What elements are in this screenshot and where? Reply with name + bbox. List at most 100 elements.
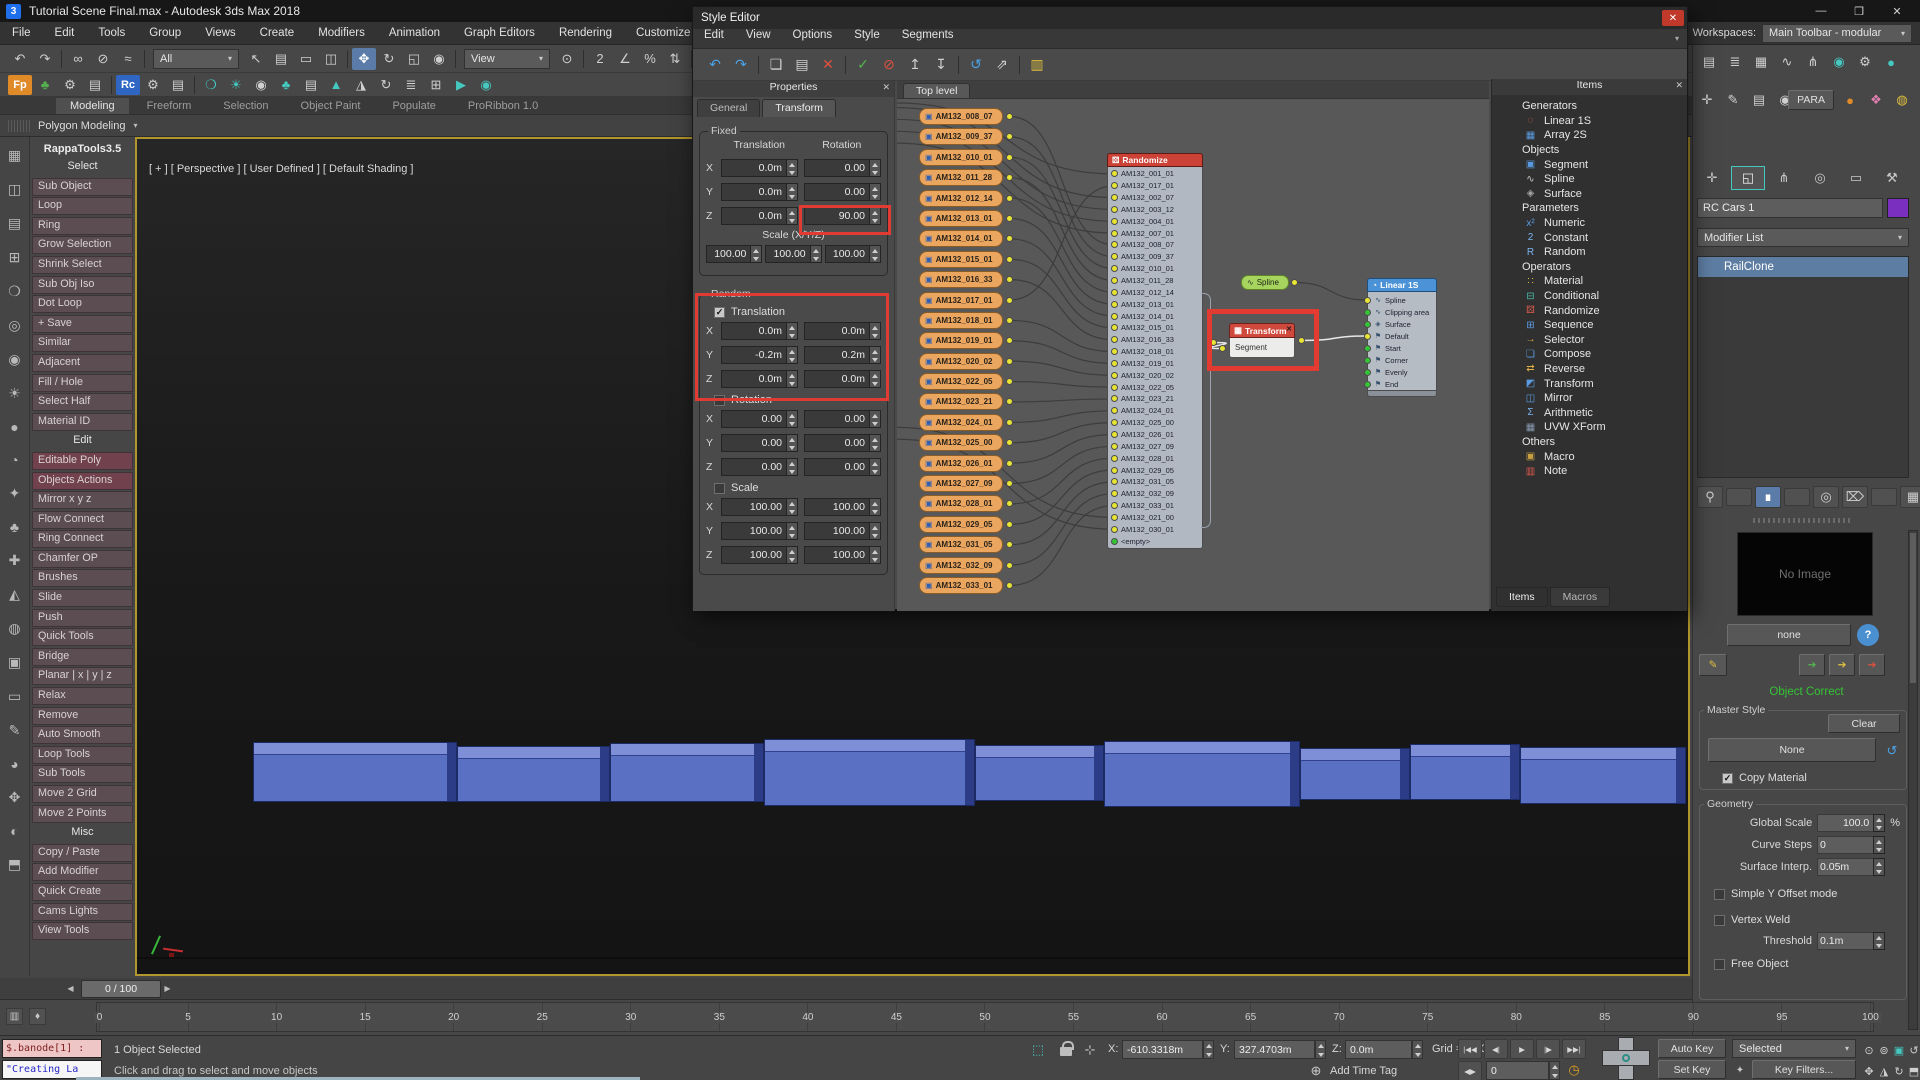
rappatools-button[interactable]: Material ID [32, 413, 133, 431]
random-translation-min-field[interactable]: 0.0m [721, 370, 798, 388]
select-object-icon[interactable]: ↖ [244, 48, 268, 70]
spinner[interactable] [786, 522, 798, 540]
input-socket[interactable] [1111, 514, 1118, 521]
item-array-2s[interactable]: ▦ Array 2S [1492, 128, 1687, 143]
render-setup-icon[interactable]: ⚙ [1853, 51, 1877, 73]
rappatools-button[interactable]: Adjacent [32, 354, 133, 372]
rappatools-button[interactable]: Planar | x | y | z [32, 667, 133, 685]
mini-list-icon[interactable]: ▤ [1747, 89, 1771, 111]
input-socket[interactable] [1111, 467, 1118, 474]
fixed-rotation-field[interactable]: 90.00 [804, 207, 881, 225]
randomize-input[interactable]: AM132_014_01 [1108, 310, 1202, 322]
randomize-input[interactable]: AM132_016_33 [1108, 334, 1202, 346]
rappatools-button[interactable]: Objects Actions [32, 472, 133, 490]
rappatools-button[interactable]: Loop [32, 197, 133, 215]
menu-item[interactable]: Graph Editors [452, 22, 547, 44]
object-name-field[interactable]: RC Cars 1 [1697, 198, 1883, 218]
item-randomize[interactable]: ⚄ Randomize [1492, 303, 1687, 318]
select-scale-icon[interactable]: ◱ [402, 48, 426, 70]
spinner[interactable] [869, 434, 881, 452]
remove-modifier-icon[interactable]: ⌦ [1842, 486, 1868, 508]
output-socket[interactable] [1006, 460, 1013, 467]
spinner[interactable] [869, 458, 881, 476]
segment-node[interactable]: ▣ AM132_015_01 [919, 251, 1003, 268]
properties-tab[interactable]: General [697, 99, 760, 117]
refresh-icon[interactable]: ↺ [964, 54, 988, 76]
output-socket[interactable] [1006, 154, 1013, 161]
star-icon[interactable]: ✦ [9, 485, 21, 502]
spinner[interactable] [786, 546, 798, 564]
previous-frame-arrow[interactable]: ◀ [64, 981, 77, 997]
input-socket[interactable] [1111, 182, 1118, 189]
rappatools-button[interactable]: Auto Smooth [32, 726, 133, 744]
item-surface[interactable]: ◈ Surface [1492, 187, 1687, 202]
randomize-input[interactable]: AM132_004_01 [1108, 215, 1202, 227]
delete-icon[interactable]: ✕ [816, 54, 840, 76]
random-rotation-min-field[interactable]: 0.00 [721, 410, 798, 428]
polygon-modeling-label[interactable]: Polygon Modeling [38, 120, 125, 132]
segment-node[interactable]: ▣ AM132_016_33 [919, 271, 1003, 288]
random-scale-max-field[interactable]: 100.00 [804, 498, 881, 516]
rappatools-button[interactable]: Remove [32, 707, 133, 725]
linear-1s-node[interactable]: ◔Linear 1S ∿ Spline ∿ [1367, 278, 1437, 397]
object-color-swatch[interactable] [1887, 198, 1909, 218]
arrow-in-icon[interactable]: ➔ [1799, 654, 1825, 676]
linear-input[interactable]: ∿ Clipping area [1368, 306, 1436, 318]
select-move-icon[interactable]: ✥ [352, 48, 376, 70]
revert-icon[interactable]: ⊘ [877, 54, 901, 76]
fixed-scale-field[interactable]: 100.00 [825, 245, 881, 263]
spinner[interactable] [786, 322, 798, 340]
input-socket[interactable] [1111, 194, 1118, 201]
modifier-railclone[interactable]: RailClone [1698, 257, 1908, 277]
input-socket[interactable] [1111, 289, 1118, 296]
angle-snap-icon[interactable]: ∠ [613, 48, 637, 70]
x-coordinate-field[interactable]: -610.3318m [1122, 1040, 1214, 1059]
output-socket[interactable] [1006, 562, 1013, 569]
items-panel-tab[interactable]: Macros [1550, 587, 1610, 607]
randomize-input[interactable]: AM132_017_01 [1108, 180, 1202, 192]
current-frame-field[interactable]: 0 [1486, 1061, 1560, 1080]
set-keys-button[interactable] [1602, 1037, 1650, 1080]
randomize-input[interactable]: AM132_021_00 [1108, 511, 1202, 523]
input-socket[interactable] [1111, 395, 1118, 402]
selection-lock-icon[interactable] [1060, 1047, 1072, 1056]
expand-icon[interactable]: ↧ [929, 54, 953, 76]
item-spline[interactable]: ∿ Spline [1492, 172, 1687, 187]
rect-region-icon[interactable]: ▭ [294, 48, 318, 70]
spinner[interactable] [750, 245, 762, 263]
randomize-input[interactable]: AM132_013_01 [1108, 298, 1202, 310]
fixed-scale-field[interactable]: 100.00 [765, 245, 821, 263]
spinner[interactable] [786, 346, 798, 364]
spinner[interactable] [869, 322, 881, 340]
isolate-selection-icon[interactable]: ⬚ [1028, 1040, 1048, 1060]
play-icon[interactable]: ▶ [449, 75, 473, 95]
rappatools-button[interactable]: Flow Connect [32, 511, 133, 529]
spinner[interactable] [869, 546, 881, 564]
maximize-viewport-icon[interactable]: ⬒ [1907, 1060, 1920, 1080]
z-coordinate-field[interactable]: 0.0m [1345, 1040, 1423, 1059]
output-socket[interactable] [1006, 297, 1013, 304]
character-icon[interactable]: ◮ [349, 75, 373, 95]
rappatools-button[interactable]: Move 2 Grid [32, 785, 133, 803]
output-socket[interactable] [1006, 215, 1013, 222]
snap-toggle-icon[interactable]: 2 [588, 48, 612, 70]
configure-sets-icon[interactable]: ▦ [1900, 486, 1920, 508]
input-socket[interactable] [1364, 381, 1371, 388]
select-by-name-icon[interactable]: ▤ [269, 48, 293, 70]
linear-input[interactable]: ⚑ Default [1368, 330, 1436, 342]
railclone-icon[interactable]: Rc [116, 75, 140, 95]
spinner[interactable] [869, 207, 881, 225]
fixed-translation-field[interactable]: 0.0m [721, 159, 798, 177]
segment-node[interactable]: ▣ AM132_012_14 [919, 190, 1003, 207]
randomize-input[interactable]: AM132_011_28 [1108, 275, 1202, 287]
random-scale-checkbox[interactable] [714, 483, 725, 494]
input-socket[interactable] [1364, 369, 1371, 376]
segment-node[interactable]: ▣ AM132_019_01 [919, 332, 1003, 349]
scene-box[interactable] [610, 743, 764, 802]
rappatools-button[interactable]: Similar [32, 334, 133, 352]
random-translation-max-field[interactable]: 0.0m [804, 322, 881, 340]
segment-node[interactable]: ▣ AM132_009_37 [919, 128, 1003, 145]
input-socket[interactable] [1111, 538, 1118, 545]
coin-icon[interactable]: ◐ [10, 823, 18, 839]
zoom-all-icon[interactable]: ⊚ [1877, 1039, 1891, 1061]
